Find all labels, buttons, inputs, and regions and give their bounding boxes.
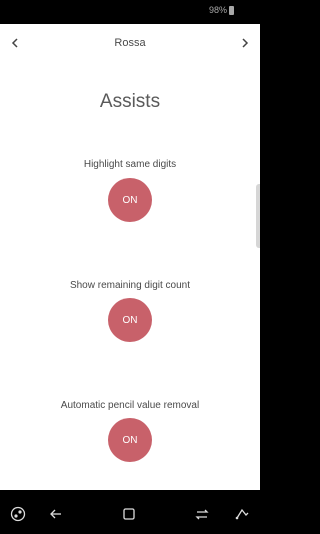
system-navigation-bar bbox=[0, 490, 260, 534]
setting-label: Automatic pencil value removal bbox=[60, 400, 200, 411]
battery-icon bbox=[229, 6, 234, 15]
battery-percentage: 98% bbox=[208, 5, 227, 15]
edge-panel-handle[interactable] bbox=[256, 184, 260, 248]
status-bar: 98% bbox=[0, 0, 260, 24]
back-icon[interactable] bbox=[47, 505, 65, 523]
chevron-right-icon[interactable] bbox=[235, 33, 255, 53]
setting-automatic-pencil-value-removal: Automatic pencil value removal ON bbox=[0, 399, 260, 462]
highlight-same-digits-toggle[interactable]: ON bbox=[108, 178, 152, 222]
setting-highlight-same-digits: Highlight same digits ON bbox=[0, 158, 260, 222]
setting-show-remaining-digit-count: Show remaining digit count ON bbox=[0, 279, 260, 342]
section-title: Assists bbox=[99, 91, 161, 112]
setting-label: Highlight same digits bbox=[83, 159, 177, 170]
header: Rossa bbox=[0, 24, 260, 62]
header-title: Rossa bbox=[114, 37, 146, 49]
recents-icon[interactable] bbox=[193, 505, 211, 523]
pen-gesture-icon[interactable] bbox=[233, 505, 251, 523]
app-content: Rossa Assists Highlight same digits ON S… bbox=[0, 24, 260, 490]
phone-screen: 98% Rossa Assists Highlight same digits … bbox=[0, 0, 260, 534]
automatic-pencil-value-removal-toggle[interactable]: ON bbox=[108, 418, 152, 462]
home-icon[interactable] bbox=[120, 505, 138, 523]
dpad-icon[interactable] bbox=[9, 505, 27, 523]
setting-label: Show remaining digit count bbox=[69, 280, 191, 291]
show-remaining-digit-count-toggle[interactable]: ON bbox=[108, 298, 152, 342]
